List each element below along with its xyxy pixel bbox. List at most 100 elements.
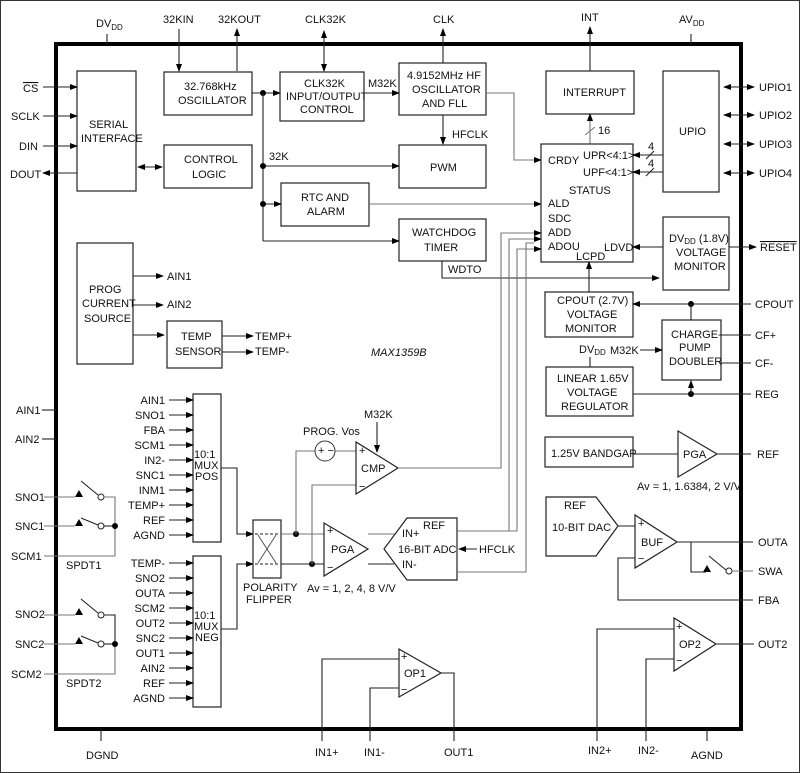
mux-neg-input-label: TEMP- [131, 558, 166, 570]
temp-sensor-label: TEMP [181, 331, 212, 343]
pin-in2-minus[interactable]: IN2- [638, 745, 659, 757]
dac-label: 10-BIT DAC [552, 522, 611, 534]
pin-in1-minus[interactable]: IN1- [364, 747, 385, 759]
linear-reg-label-3: REGULATOR [561, 401, 628, 413]
cmp-label: CMP [361, 463, 385, 475]
polarity-flipper-label-2: FLIPPER [246, 594, 292, 606]
pin-clk[interactable]: CLK [433, 14, 455, 26]
prog-current-label-3: SOURCE [84, 313, 131, 325]
wdto-label: WDTO [448, 264, 482, 276]
pin-ain2[interactable]: AIN2 [15, 434, 39, 446]
buf-minus: − [638, 553, 644, 565]
pin-upio3[interactable]: UPIO3 [759, 139, 792, 151]
pin-reg[interactable]: REG [755, 389, 779, 401]
op2-plus: + [676, 621, 682, 633]
pin-32kin[interactable]: 32KIN [163, 14, 194, 26]
pin-fba[interactable]: FBA [758, 595, 780, 607]
control-logic-label: CONTROL [184, 154, 238, 166]
cpout-monitor-label: CPOUT (2.7V) [557, 295, 628, 307]
status-lcpd: LCPD [576, 251, 605, 263]
pin-in2-plus[interactable]: IN2+ [588, 745, 612, 757]
pin-scm2[interactable]: SCM2 [11, 669, 42, 681]
rtc-alarm-block [280, 182, 370, 227]
watchdog-timer-block [398, 218, 487, 262]
pga-minus: − [327, 562, 333, 574]
pin-sno2[interactable]: SNO2 [15, 609, 45, 621]
watchdog-label-2: TIMER [424, 242, 458, 254]
op2-minus: − [676, 655, 682, 667]
pin-dout[interactable]: DOUT [10, 169, 41, 181]
pin-agnd[interactable]: AGND [691, 750, 723, 762]
swa-switch-arm [708, 555, 727, 571]
pin-out1[interactable]: OUT1 [444, 747, 473, 759]
prog-ain1-label: AIN1 [167, 271, 191, 283]
charge-pump-label-2: PUMP [679, 342, 711, 354]
status-sdc: SDC [548, 213, 571, 225]
status-upf: UPF<4:1> [583, 167, 633, 179]
osc32k-label: 32.768kHz [184, 81, 237, 93]
pin-snc1[interactable]: SNC1 [15, 521, 44, 533]
pin-reset[interactable]: RESET [760, 242, 797, 254]
pin-upio1[interactable]: UPIO1 [759, 82, 792, 94]
wire-adc-add [508, 236, 542, 531]
pin-upio2[interactable]: UPIO2 [759, 110, 792, 122]
pin-dvdd[interactable]: DVDD [96, 18, 123, 32]
mux-neg-label-3: NEG [195, 632, 219, 644]
pin-cf-plus[interactable]: CF+ [755, 330, 776, 342]
pin-sclk[interactable]: SCLK [11, 111, 40, 123]
watchdog-label: WATCHDOG [412, 227, 476, 239]
rtc-label-2: ALARM [307, 206, 345, 218]
wire-adc-add-a [457, 242, 534, 573]
bus4b-label: 4 [648, 158, 654, 170]
pin-clk32k[interactable]: CLK32K [305, 14, 347, 26]
mux-pos-input-label: SNO1 [135, 410, 165, 422]
hfclk-label: HFCLK [452, 129, 489, 141]
pin-scm1[interactable]: SCM1 [11, 551, 42, 563]
mux-neg-input-label: OUT1 [136, 648, 165, 660]
wire-adc-adou [457, 246, 542, 532]
wire-in2p [596, 628, 674, 741]
pin-snc2[interactable]: SNC2 [15, 639, 44, 651]
hf-osc-label: 4.9152MHz HF [407, 70, 481, 82]
pin-cs[interactable]: CS [23, 83, 38, 95]
pin-avdd[interactable]: AVDD [679, 14, 705, 28]
pin-cf-minus[interactable]: CF- [755, 358, 774, 370]
mux-pos-input-label: AGND [133, 530, 165, 542]
spdt2-label: SPDT2 [66, 678, 101, 690]
op2-label: OP2 [679, 639, 701, 651]
status-title: STATUS [569, 185, 611, 197]
pin-upio4[interactable]: UPIO4 [759, 168, 792, 180]
status-ldvd: LDVD [604, 242, 633, 254]
mux-neg-input-label: SNO2 [135, 573, 165, 585]
diagram-canvas: DVDD AVDD DGND AGND 32KIN 32KOUT CLK32K … [10, 12, 797, 762]
pin-outa[interactable]: OUTA [758, 537, 788, 549]
cpout-monitor-label-3: MONITOR [565, 323, 617, 335]
mux-pos-input-label: IN2- [144, 455, 165, 467]
pga-plus: + [327, 525, 333, 537]
pin-cpout[interactable]: CPOUT [755, 299, 794, 311]
status-crdy: CRDY [548, 155, 580, 167]
temp-n-label: TEMP- [255, 346, 290, 358]
pin-dgnd[interactable]: DGND [86, 750, 118, 762]
pin-ref[interactable]: REF [757, 449, 779, 461]
serial-interface-block [76, 70, 137, 192]
pin-sno1[interactable]: SNO1 [15, 492, 45, 504]
dvdd-monitor-label: DVDD (1.8V) [669, 233, 729, 246]
pin-din[interactable]: DIN [19, 141, 38, 153]
spdt1-label: SPDT1 [66, 560, 101, 572]
m32k-label: M32K [368, 78, 397, 90]
mux-neg-input-label: OUTA [135, 588, 165, 600]
pin-ain1[interactable]: AIN1 [16, 405, 40, 417]
clk32k-label-2: INPUT/OUTPUT [286, 91, 368, 103]
pin-in1-plus[interactable]: IN1+ [315, 747, 339, 759]
pin-int[interactable]: INT [581, 12, 599, 24]
spdt2-switch: SNO2 SNC2 SCM2 SPDT2 [11, 598, 118, 690]
rtc-label: RTC AND [301, 192, 349, 204]
main-pga-gain-label: Av = 1, 2, 4, 8 V/V [307, 583, 396, 595]
pin-swa[interactable]: SWA [758, 566, 783, 578]
pin-out2[interactable]: OUT2 [758, 639, 787, 651]
clk32k-label: CLK32K [304, 78, 346, 90]
mux-pos-input-label: REF [143, 515, 165, 527]
wire-swa-common [690, 542, 706, 573]
pin-32kout[interactable]: 32KOUT [218, 14, 261, 26]
